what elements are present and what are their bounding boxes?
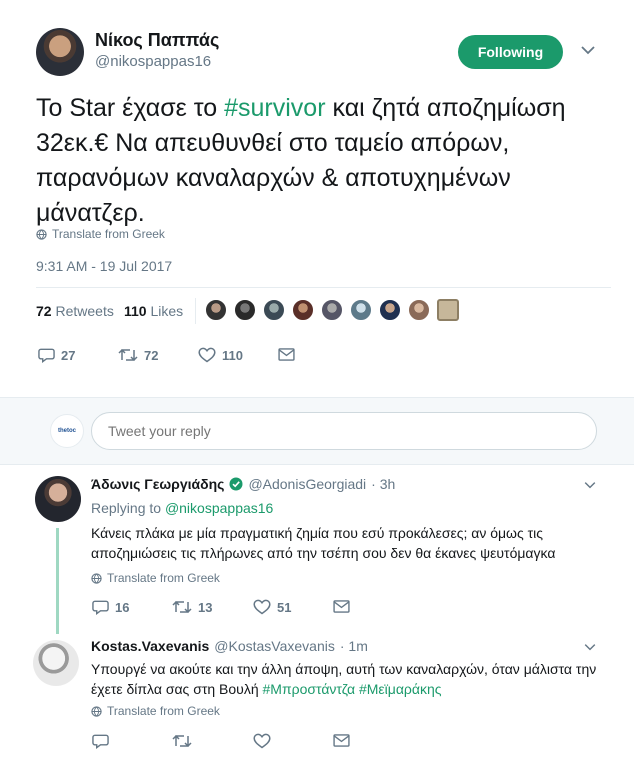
globe-icon [36, 228, 47, 240]
like-count: 110 [222, 347, 243, 363]
reply2-handle[interactable]: @KostasVaxevanis [214, 638, 335, 654]
reply2-retweet-action[interactable] [172, 733, 192, 749]
retweet-icon [172, 599, 192, 615]
avatar[interactable] [234, 299, 256, 321]
divider [36, 287, 611, 288]
reply-icon [92, 733, 109, 749]
chevron-down-icon[interactable] [584, 481, 596, 489]
globe-icon [91, 705, 102, 717]
reply-icon [38, 347, 55, 363]
reply1-name[interactable]: Άδωνις Γεωργιάδης [91, 476, 224, 492]
reply1-text: Κάνεις πλάκα με μία πραγματική ζημία που… [91, 525, 556, 561]
replying-to-label: Replying to [91, 500, 165, 516]
reply-input[interactable] [91, 412, 597, 450]
reply1-message-action[interactable] [333, 600, 350, 613]
globe-icon [91, 572, 102, 584]
like-count: 51 [277, 599, 292, 615]
reply1-replying-to: Replying to @nikospappas16 [91, 500, 273, 516]
message-action[interactable] [278, 348, 295, 361]
reply-count: 27 [61, 347, 76, 363]
avatar[interactable] [408, 299, 430, 321]
stats-separator [195, 298, 196, 324]
reply1-reply-action[interactable]: 16 [92, 599, 129, 615]
envelope-icon [333, 734, 350, 747]
reply2-like-action[interactable] [253, 733, 271, 749]
likes-label: Likes [150, 303, 184, 319]
tweet-timestamp[interactable]: 9:31 AM - 19 Jul 2017 [36, 258, 172, 274]
avatar[interactable] [205, 299, 227, 321]
author-name[interactable]: Νίκος Παππάς [95, 30, 219, 51]
like-action[interactable]: 110 [198, 347, 243, 363]
avatar[interactable]: thetoc [50, 414, 84, 448]
retweets-stat[interactable]: 72 Retweets [36, 303, 114, 319]
author-handle[interactable]: @nikospappas16 [95, 53, 211, 70]
verified-icon [229, 477, 243, 491]
liker-avatars [205, 299, 465, 323]
envelope-icon [278, 348, 295, 361]
thread-line [56, 528, 59, 634]
avatar[interactable] [350, 299, 372, 321]
reply2-header: Kostas.Vaxevanis @KostasVaxevanis · 1m [91, 638, 368, 654]
hashtag-link[interactable]: #survivor [224, 94, 325, 122]
translate-label: Translate from Greek [107, 571, 220, 585]
avatar-label: thetoc [58, 428, 76, 434]
heart-icon [253, 733, 271, 749]
retweet-action[interactable]: 72 [118, 347, 158, 363]
retweets-count: 72 [36, 303, 52, 319]
reply1-handle[interactable]: @AdonisGeorgiadi [248, 476, 366, 492]
reply-icon [92, 599, 109, 615]
reply2-text: Υπουργέ να ακούτε και την άλλη άποψη, αυ… [91, 659, 611, 699]
reply1-header: Άδωνις Γεωργιάδης @AdonisGeorgiadi · 3h [91, 476, 395, 492]
retweet-count: 13 [198, 599, 213, 615]
likes-stat[interactable]: 110 Likes [124, 303, 183, 319]
reply-composer: thetoc [0, 397, 634, 465]
reply2-avatar[interactable] [33, 640, 79, 686]
translate-label: Translate from Greek [107, 704, 220, 718]
translate-link[interactable]: Translate from Greek [36, 227, 165, 241]
envelope-icon [333, 600, 350, 613]
tweet-text: Το Star έχασε το #survivor και ζητά αποζ… [36, 91, 611, 231]
retweet-count: 72 [144, 347, 159, 363]
retweet-icon [172, 733, 192, 749]
avatar[interactable] [437, 299, 459, 321]
heart-icon [253, 599, 271, 615]
reply2-message-action[interactable] [333, 734, 350, 747]
avatar[interactable] [379, 299, 401, 321]
chevron-down-icon[interactable] [581, 45, 595, 55]
avatar[interactable] [292, 299, 314, 321]
heart-icon [198, 347, 216, 363]
author-avatar[interactable] [36, 28, 84, 76]
reply2-time[interactable]: · 1m [340, 638, 368, 654]
avatar[interactable] [321, 299, 343, 321]
reply1-retweet-action[interactable]: 13 [172, 599, 212, 615]
likes-count: 110 [124, 303, 147, 319]
chevron-down-icon[interactable] [584, 643, 596, 651]
follow-button[interactable]: Following [458, 35, 563, 69]
tweet-text-part1: Το Star έχασε το [36, 94, 225, 122]
reply2-name[interactable]: Kostas.Vaxevanis [91, 638, 209, 654]
reply2-reply-action[interactable] [92, 733, 109, 749]
translate-link[interactable]: Translate from Greek [91, 571, 220, 585]
translate-label: Translate from Greek [52, 227, 165, 241]
retweets-label: Retweets [55, 303, 114, 319]
reply1-like-action[interactable]: 51 [253, 599, 291, 615]
retweet-icon [118, 347, 138, 363]
reply1-time[interactable]: · 3h [371, 476, 395, 492]
replying-to-link[interactable]: @nikospappas16 [165, 500, 273, 516]
reply-count: 16 [115, 599, 130, 615]
hashtag-link[interactable]: #Μπροστάντζα #Μεϊμαράκης [263, 681, 442, 697]
reply-action[interactable]: 27 [38, 347, 75, 363]
reply1-avatar[interactable] [35, 476, 81, 522]
avatar[interactable] [263, 299, 285, 321]
translate-link[interactable]: Translate from Greek [91, 704, 220, 718]
